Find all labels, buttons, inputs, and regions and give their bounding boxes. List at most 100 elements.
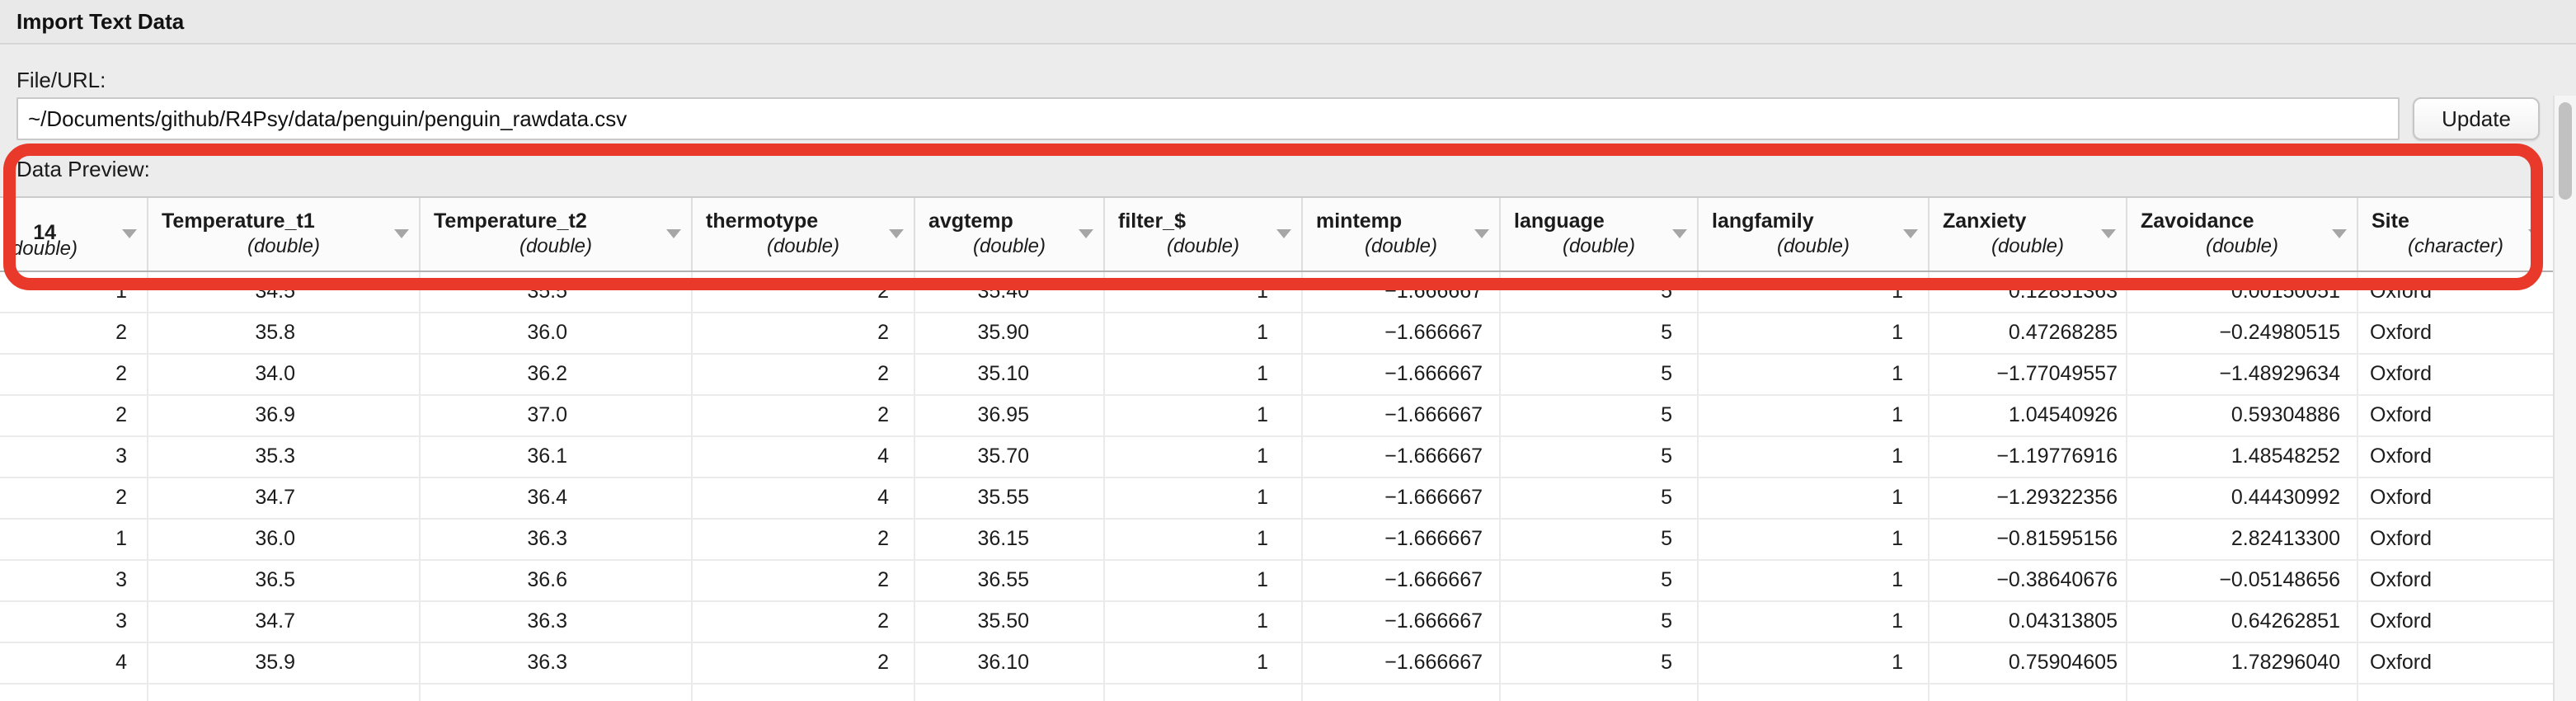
table-cell: 36.4 (421, 478, 693, 518)
table-cell (0, 685, 148, 701)
table-cell: 1 (1699, 561, 1930, 600)
table-row: 336.536.6236.551−1.66666751−0.38640676−0… (0, 561, 2553, 602)
table-cell: 5 (1501, 520, 1699, 559)
table-cell: Oxford (2358, 643, 2553, 683)
column-name: avgtemp (915, 209, 1103, 233)
column-type: (double) (1930, 235, 2126, 258)
table-cell: −1.666667 (1303, 437, 1501, 477)
column-dropdown-icon[interactable] (394, 229, 409, 238)
window-titlebar: Import Text Data (0, 0, 2576, 45)
table-cell: 35.90 (915, 313, 1105, 353)
table-cell: 5 (1501, 643, 1699, 683)
column-dropdown-icon[interactable] (122, 229, 137, 238)
table-row-partial-bottom (0, 685, 2553, 701)
table-cell: 4 (693, 478, 915, 518)
column-dropdown-icon[interactable] (1276, 229, 1291, 238)
table-cell: −1.666667 (1303, 478, 1501, 518)
column-dropdown-icon[interactable] (2101, 229, 2116, 238)
table-cell: 0.47268285 (1930, 313, 2127, 353)
table-cell: 1 (1699, 437, 1930, 477)
column-dropdown-icon[interactable] (1079, 229, 1093, 238)
column-header-14[interactable]: 14(double) (0, 198, 148, 271)
table-cell: 35.50 (915, 602, 1105, 642)
column-header-langfamily[interactable]: langfamily(double) (1699, 198, 1930, 271)
table-cell: −1.666667 (1303, 355, 1501, 394)
table-cell: 3 (0, 602, 148, 642)
table-cell: 1 (1105, 520, 1303, 559)
table-cell: 1 (1699, 520, 1930, 559)
table-cell: 36.9 (148, 396, 421, 435)
window-title: Import Text Data (16, 9, 184, 34)
table-header-row: 14(double)Temperature_t1(double)Temperat… (0, 196, 2553, 272)
column-dropdown-icon[interactable] (1474, 229, 1489, 238)
column-dropdown-icon[interactable] (2332, 229, 2347, 238)
table-cell: 1 (1699, 355, 1930, 394)
column-type: (double) (148, 235, 419, 258)
table-cell: 35.10 (915, 355, 1105, 394)
column-dropdown-icon[interactable] (1903, 229, 1918, 238)
column-header-thermotype[interactable]: thermotype(double) (693, 198, 915, 271)
table-cell: 1 (1105, 355, 1303, 394)
column-type: (double) (1303, 235, 1499, 258)
table-cell: 36.15 (915, 520, 1105, 559)
table-cell (693, 685, 915, 701)
table-cell: Oxford (2358, 396, 2553, 435)
column-dropdown-icon[interactable] (1672, 229, 1687, 238)
column-dropdown-icon[interactable] (666, 229, 681, 238)
column-header-temperature_t1[interactable]: Temperature_t1(double) (148, 198, 421, 271)
column-header-site[interactable]: Site(character) (2358, 198, 2553, 271)
table-cell (421, 685, 693, 701)
table-cell (915, 685, 1105, 701)
update-button[interactable]: Update (2413, 97, 2540, 140)
column-dropdown-icon[interactable] (889, 229, 904, 238)
column-header-mintemp[interactable]: mintemp(double) (1303, 198, 1501, 271)
table-cell (2358, 685, 2553, 701)
table-row: 234.736.4435.551−1.66666751−1.293223560.… (0, 478, 2553, 520)
column-type: (double) (1501, 235, 1697, 258)
table-cell: 37.0 (421, 396, 693, 435)
table-cell: 1.48548252 (2127, 437, 2358, 477)
table-cell: 2 (693, 561, 915, 600)
table-row: 435.936.3236.101−1.666667510.759046051.7… (0, 643, 2553, 685)
table-cell: Oxford (2358, 313, 2553, 353)
table-cell: 34.0 (148, 355, 421, 394)
column-type: (double) (1699, 235, 1928, 258)
column-header-filter_[interactable]: filter_$(double) (1105, 198, 1303, 271)
table-cell: 2 (0, 478, 148, 518)
table-cell: 1 (1105, 561, 1303, 600)
column-header-zanxiety[interactable]: Zanxiety(double) (1930, 198, 2127, 271)
column-dropdown-icon[interactable] (2528, 229, 2543, 238)
table-cell: −1.48929634 (2127, 355, 2358, 394)
column-type: (double) (2127, 235, 2357, 258)
table-cell: 0.44430992 (2127, 478, 2358, 518)
table-cell: Oxford (2358, 272, 2553, 312)
file-url-input[interactable] (16, 97, 2400, 140)
table-cell: 36.1 (421, 437, 693, 477)
table-cell: 4 (693, 437, 915, 477)
table-row: 335.336.1435.701−1.66666751−1.197769161.… (0, 437, 2553, 478)
scrollbar-thumb[interactable] (2559, 102, 2572, 200)
table-cell: 36.3 (421, 520, 693, 559)
table-cell: 34.7 (148, 602, 421, 642)
column-name: Temperature_t2 (421, 209, 691, 233)
data-preview-label: Data Preview: (16, 157, 150, 182)
vertical-scrollbar[interactable] (2553, 96, 2576, 701)
table-cell: 1.78296040 (2127, 643, 2358, 683)
file-url-label: File/URL: (16, 68, 106, 93)
table-cell: 2 (693, 643, 915, 683)
table-cell: 2 (693, 520, 915, 559)
table-cell: 5 (1501, 355, 1699, 394)
column-header-avgtemp[interactable]: avgtemp(double) (915, 198, 1105, 271)
table-row: 334.736.3235.501−1.666667510.043138050.6… (0, 602, 2553, 643)
table-cell: 36.10 (915, 643, 1105, 683)
column-header-language[interactable]: language(double) (1501, 198, 1699, 271)
column-header-temperature_t2[interactable]: Temperature_t2(double) (421, 198, 693, 271)
table-cell: 2 (0, 355, 148, 394)
table-cell: 1 (1105, 437, 1303, 477)
table-row: 234.036.2235.101−1.66666751−1.77049557−1… (0, 355, 2553, 396)
table-cell: 35.5 (421, 272, 693, 312)
table-cell: 1 (1105, 478, 1303, 518)
table-cell: 0.75904605 (1930, 643, 2127, 683)
table-cell: −1.666667 (1303, 520, 1501, 559)
column-header-zavoidance[interactable]: Zavoidance(double) (2127, 198, 2358, 271)
